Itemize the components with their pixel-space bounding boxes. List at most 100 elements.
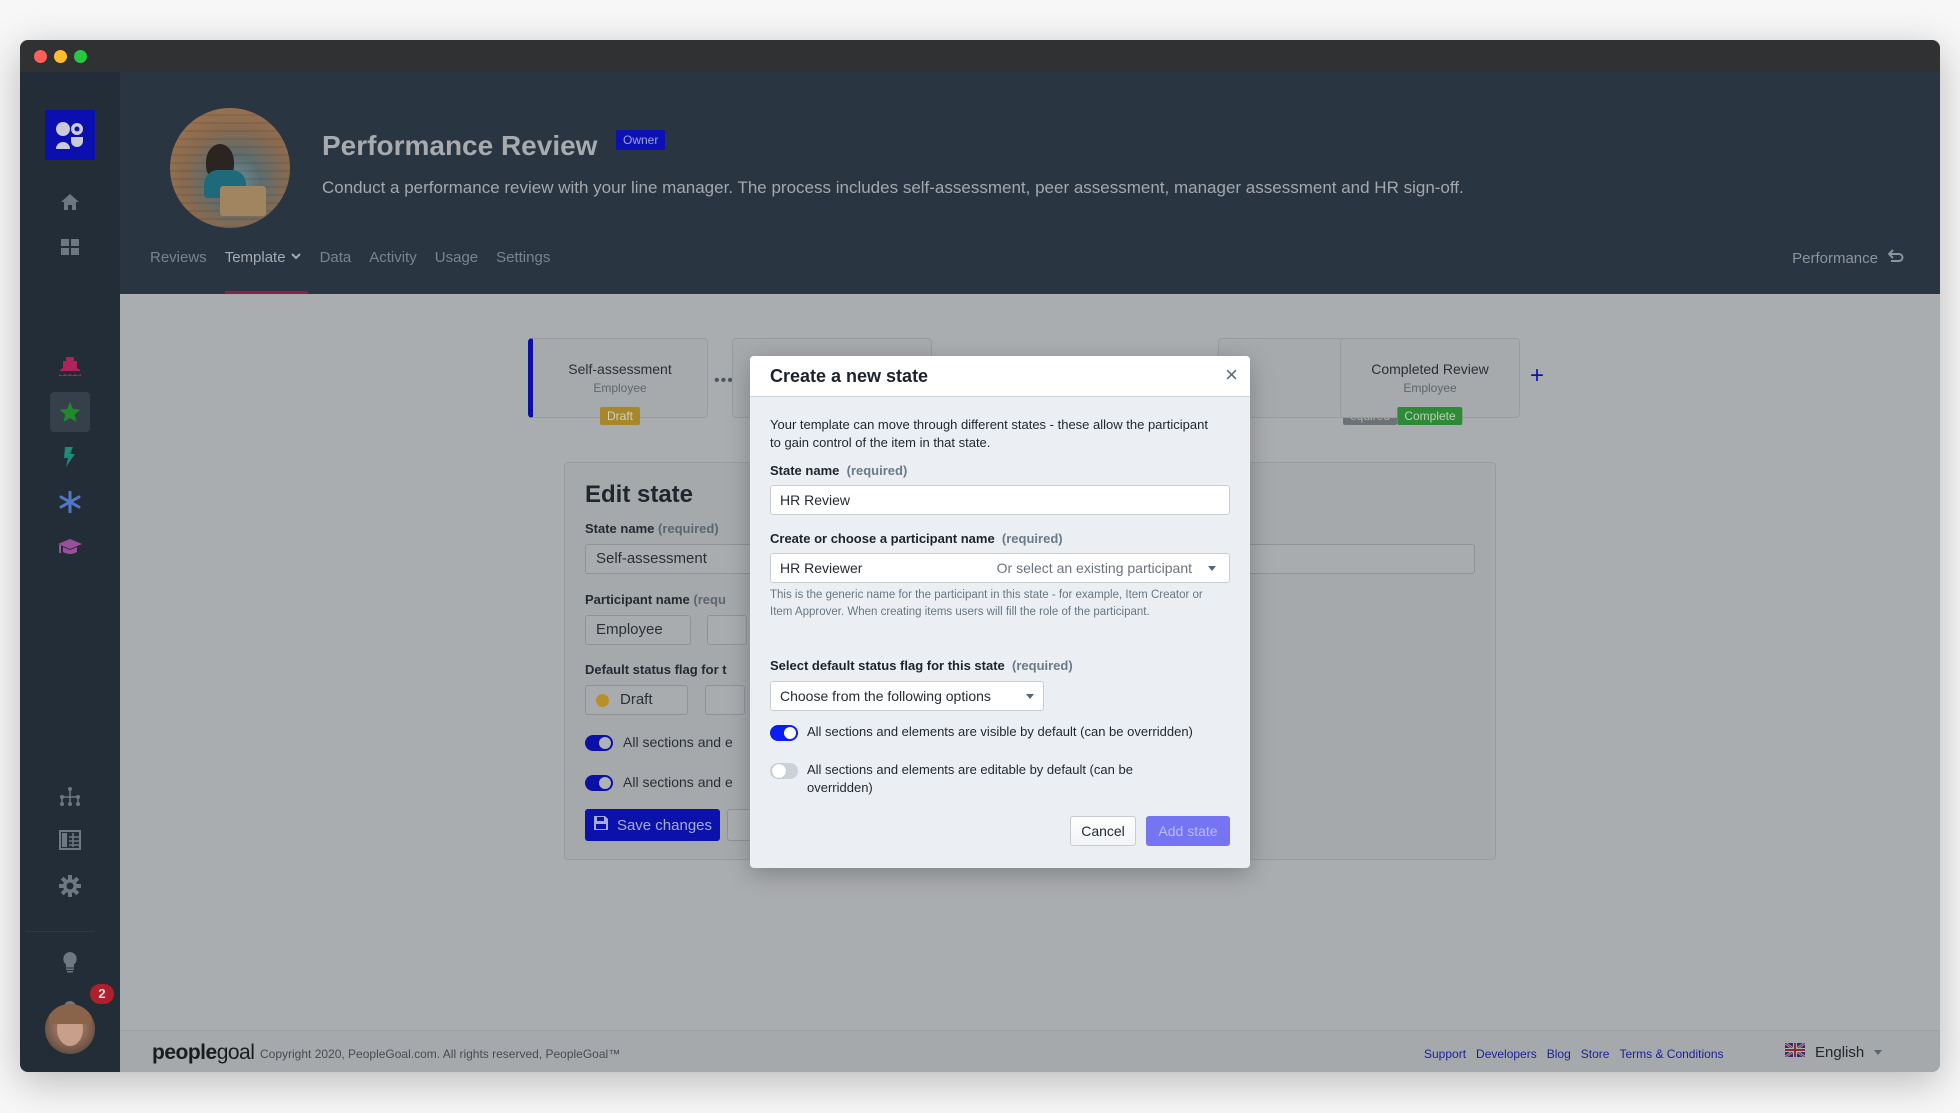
back-link-label: Performance <box>1792 249 1878 267</box>
footer-link-blog[interactable]: Blog <box>1547 1047 1571 1061</box>
modal-header: Create a new state × <box>750 356 1250 397</box>
state-flag-badge: Complete <box>1397 407 1463 425</box>
participant-combobox[interactable]: HR Reviewer Or select an existing partic… <box>770 553 1230 583</box>
copyright-text: Copyright 2020, PeopleGoal.com. All righ… <box>260 1047 621 1061</box>
gear-icon[interactable] <box>50 866 90 906</box>
participant-name-label: Participant name (requ <box>585 592 726 607</box>
state-menu-icon[interactable]: ••• <box>714 372 734 390</box>
modal-intro-text: Your template can move through different… <box>770 417 1208 450</box>
tab-label: Activity <box>369 249 417 266</box>
bolt-icon[interactable] <box>50 437 90 477</box>
graduation-cap-icon[interactable] <box>50 527 90 567</box>
tab-reviews[interactable]: Reviews <box>150 237 207 294</box>
participant-select[interactable]: Employee <box>585 615 691 645</box>
state-participant: Employee <box>593 381 647 395</box>
dashboard-icon[interactable] <box>50 227 90 267</box>
return-arrow-icon <box>1887 249 1904 267</box>
visible-toggle-label: All sections and e <box>623 734 733 750</box>
page-description: Conduct a performance review with your l… <box>322 178 1464 197</box>
status-flag-select[interactable]: Draft <box>585 685 688 715</box>
tab-template[interactable]: Template <box>224 237 308 294</box>
tab-label: Usage <box>434 249 479 266</box>
tab-label: Settings <box>496 249 551 266</box>
caret-down-icon <box>1026 694 1034 699</box>
home-icon[interactable] <box>50 182 90 222</box>
participant-name-label: Create or choose a participant name (req… <box>770 531 1063 546</box>
close-icon[interactable]: × <box>1225 362 1238 388</box>
add-state-button[interactable]: Add state <box>1146 816 1230 846</box>
flag-button[interactable] <box>705 685 745 715</box>
participant-select-placeholder: Or select an existing participant <box>996 560 1192 576</box>
user-avatar[interactable] <box>45 1004 95 1054</box>
tab-usage[interactable]: Usage <box>435 237 478 294</box>
status-flag-select[interactable]: Choose from the following options <box>770 681 1044 711</box>
status-flag-label: Default status flag for t <box>585 662 727 677</box>
state-title: Completed Review <box>1371 361 1489 377</box>
language-selector[interactable]: English <box>1784 1041 1883 1061</box>
footer-link-terms[interactable]: Terms & Conditions <box>1619 1047 1723 1061</box>
footer-logo: peoplegoal <box>152 1041 255 1064</box>
ship-icon[interactable] <box>50 347 90 387</box>
footer-link-developers[interactable]: Developers <box>1476 1047 1537 1061</box>
footer: peoplegoal Copyright 2020, PeopleGoal.co… <box>120 1030 1940 1072</box>
visible-by-default-label: All sections and elements are visible by… <box>807 724 1193 739</box>
page-title: Performance Review <box>322 130 598 161</box>
maximize-window-button[interactable] <box>74 50 87 63</box>
modal-title: Create a new state <box>770 366 929 386</box>
title-bar <box>20 40 1940 72</box>
visible-by-default-toggle[interactable] <box>770 725 798 741</box>
editable-toggle[interactable] <box>585 775 613 791</box>
floppy-disk-icon <box>593 815 609 835</box>
save-changes-button[interactable]: Save changes <box>585 809 720 841</box>
save-label: Save changes <box>616 816 713 834</box>
participant-users-button[interactable] <box>707 615 747 645</box>
participant-input[interactable]: HR Reviewer <box>780 560 862 576</box>
minimize-window-button[interactable] <box>54 50 67 63</box>
caret-down-icon <box>1874 1049 1883 1055</box>
sidebar: 2 <box>20 72 120 1072</box>
create-state-modal: Create a new state × Your template can m… <box>750 356 1250 868</box>
tab-label: Template <box>224 249 286 266</box>
participant-help-text: This is the generic name for the partici… <box>770 589 1203 618</box>
editable-by-default-toggle[interactable] <box>770 763 798 779</box>
asterisk-icon[interactable] <box>50 482 90 522</box>
state-name-input[interactable]: HR Review <box>770 485 1230 515</box>
uk-flag-icon <box>1784 1041 1806 1061</box>
footer-links: Support Developers Blog Store Terms & Co… <box>1424 1047 1724 1061</box>
tab-label: Data <box>319 249 352 266</box>
state-flag-badge: Draft <box>599 407 641 425</box>
tab-data[interactable]: Data <box>320 237 352 294</box>
back-to-performance-link[interactable]: Performance <box>1792 249 1904 267</box>
tab-settings[interactable]: Settings <box>496 237 550 294</box>
table-icon[interactable] <box>50 820 90 860</box>
template-tabs: Reviews Template Data Activity Usage Set… <box>150 237 550 294</box>
org-chart-icon[interactable] <box>50 777 90 817</box>
tab-label: Reviews <box>150 249 207 266</box>
footer-link-support[interactable]: Support <box>1424 1047 1466 1061</box>
cancel-button[interactable]: Cancel <box>1070 816 1136 846</box>
footer-link-store[interactable]: Store <box>1581 1047 1610 1061</box>
lightbulb-icon[interactable] <box>50 942 90 982</box>
state-name-label: State name (required) <box>770 463 908 478</box>
visible-toggle[interactable] <box>585 735 613 751</box>
edit-state-title: Edit state <box>585 481 694 508</box>
language-label: English <box>1815 1043 1865 1061</box>
owner-badge: Owner <box>616 130 666 150</box>
notification-count-badge: 2 <box>90 984 114 1004</box>
editable-by-default-label: All sections and elements are editable b… <box>807 762 1133 795</box>
star-icon[interactable] <box>50 392 90 432</box>
editable-toggle-label: All sections and e <box>623 774 733 790</box>
state-name-label: State name (required) <box>585 521 719 536</box>
status-flag-label: Select default status flag for this stat… <box>770 658 1073 673</box>
close-window-button[interactable] <box>34 50 47 63</box>
tab-activity[interactable]: Activity <box>369 237 417 294</box>
peoplegoal-logo-icon[interactable] <box>45 110 95 160</box>
status-flag-placeholder: Choose from the following options <box>780 688 991 704</box>
state-card[interactable]: Completed Review Employee Complete <box>1340 338 1520 425</box>
state-card[interactable]: Self-assessment Employee Draft <box>528 338 708 425</box>
sidebar-divider <box>25 931 95 932</box>
chevron-down-icon <box>290 249 302 294</box>
state-participant: Employee <box>1403 381 1457 395</box>
add-state-plus-icon[interactable]: + <box>1530 362 1544 390</box>
template-cover-image <box>170 108 290 228</box>
